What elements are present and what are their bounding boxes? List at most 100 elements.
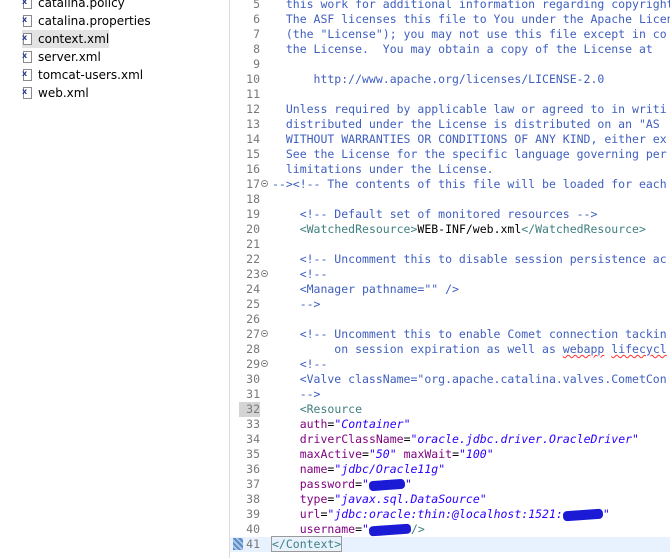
code-token: /> <box>410 522 425 536</box>
fold-collapse-icon[interactable] <box>261 180 268 187</box>
code-token: on session expiration as well as <box>272 342 563 356</box>
code-token: password <box>299 477 356 491</box>
code-text: distributed under the License is distrib… <box>272 117 667 132</box>
code-line[interactable]: 14 WITHOUT WARRANTIES OR CONDITIONS OF A… <box>230 132 670 147</box>
code-token: (the "License"); you may not use this fi… <box>272 27 667 41</box>
code-text: this work for additional information reg… <box>272 0 670 12</box>
code-line[interactable]: 7 (the "License"); you may not use this … <box>230 27 670 42</box>
code-line[interactable]: 15 See the License for the specific lang… <box>230 147 670 162</box>
code-line[interactable]: 41 </Context> <box>230 536 670 552</box>
code-line[interactable]: 26 <box>230 312 670 327</box>
line-number: 25 <box>246 297 260 311</box>
code-line[interactable]: 36 name="jdbc/Oracle11g" <box>230 462 670 477</box>
fold-collapse-icon[interactable] <box>261 330 268 337</box>
code-line[interactable]: 40 username="/> <box>230 522 670 537</box>
code-token: lifecycl <box>611 342 667 356</box>
code-text: The ASF licenses this file to You under … <box>272 12 670 27</box>
code-line[interactable]: 10 http://www.apache.org/licenses/LICENS… <box>230 72 670 87</box>
code-line[interactable]: 6 The ASF licenses this file to You unde… <box>230 12 670 27</box>
code-line[interactable]: 21 <box>230 237 670 252</box>
code-line[interactable]: 34 driverClassName="oracle.jdbc.driver.O… <box>230 432 670 447</box>
code-token: "Container" <box>334 417 411 431</box>
code-line[interactable]: 8 the License. You may obtain a copy of … <box>230 42 670 57</box>
code-token: " <box>602 507 610 521</box>
line-number: 30 <box>246 372 260 386</box>
line-number: 40 <box>246 522 260 536</box>
code-line[interactable]: 27 <!-- Uncomment this to enable Comet c… <box>230 327 670 342</box>
xml-file-icon: x <box>22 68 33 82</box>
line-number: 10 <box>246 72 260 86</box>
code-text: <!-- Default set of monitored resources … <box>272 207 598 222</box>
tree-item-file[interactable]: x server.xml <box>22 48 101 66</box>
code-line[interactable]: 39 url="jdbc:oracle:thin:@localhost:1521… <box>230 507 670 522</box>
code-line[interactable]: 31 --> <box>230 387 670 402</box>
code-line[interactable]: 35 maxActive="50" maxWait="100" <box>230 447 670 462</box>
line-number: 28 <box>246 342 260 356</box>
code-line[interactable]: 19 <!-- Default set of monitored resourc… <box>230 207 670 222</box>
code-line[interactable]: 28 on session expiration as well as weba… <box>230 342 670 357</box>
code-line[interactable]: 23 <!-- <box>230 267 670 282</box>
code-line[interactable]: 13 distributed under the License is dist… <box>230 117 670 132</box>
code-token: WEB-INF/web.xml <box>417 222 522 236</box>
code-token: = <box>355 522 363 536</box>
code-line[interactable]: 38 type="javax.sql.DataSource" <box>230 492 670 507</box>
code-text: WITHOUT WARRANTIES OR CONDITIONS OF ANY … <box>272 132 667 147</box>
code-line[interactable]: 16 limitations under the License. <box>230 162 670 177</box>
code-text: maxActive="50" maxWait="100" <box>272 447 494 462</box>
code-token: "50" <box>368 447 397 461</box>
line-number: 7 <box>253 27 260 41</box>
code-token: <!-- Uncomment this to disable session p… <box>272 252 667 266</box>
code-line[interactable]: 20 <WatchedResource>WEB-INF/web.xml</Wat… <box>230 222 670 237</box>
code-line[interactable]: 5 this work for additional information r… <box>230 0 670 12</box>
xml-editor[interactable]: 5 this work for additional information r… <box>230 0 670 558</box>
code-token: http://www.apache.org/licenses/LICENSE-2… <box>272 72 605 86</box>
line-number: 20 <box>246 222 260 236</box>
redaction-scribble <box>368 478 406 491</box>
code-line[interactable]: 29 <!-- <box>230 357 670 372</box>
code-line[interactable]: 24 <Manager pathname="" /> <box>230 282 670 297</box>
line-number: 29 <box>246 357 260 371</box>
tree-item-label: catalina.policy <box>38 0 125 10</box>
code-text: on session expiration as well as webapp … <box>272 342 667 357</box>
tree-item-file[interactable]: x catalina.policy <box>22 0 125 12</box>
code-line[interactable]: 9 <box>230 57 670 72</box>
code-token: --> <box>272 297 321 311</box>
code-line[interactable]: 25 --> <box>230 297 670 312</box>
tree-item-file[interactable]: x context.xml <box>22 30 110 48</box>
code-token: this work for additional information reg… <box>272 0 670 11</box>
code-text: <Valve className="org.apache.catalina.va… <box>272 372 667 387</box>
tree-item-file[interactable]: x tomcat-users.xml <box>22 66 143 84</box>
code-line[interactable]: 30 <Valve className="org.apache.catalina… <box>230 372 670 387</box>
line-number: 8 <box>253 42 260 56</box>
line-number: 12 <box>246 102 260 116</box>
code-line[interactable]: 37 password=" " <box>230 477 670 492</box>
fold-collapse-icon[interactable] <box>261 270 268 277</box>
tree-item-label: context.xml <box>38 32 110 46</box>
code-token: limitations under the License. <box>272 162 494 176</box>
code-token: <Manager pathname="" /> <box>272 282 459 296</box>
code-token: name <box>299 462 328 476</box>
code-text: --> <box>272 387 321 402</box>
code-line[interactable]: 32 <Resource <box>230 402 670 417</box>
code-token: maxActive <box>299 447 363 461</box>
code-line[interactable]: 18 <box>230 192 670 207</box>
code-token: </WatchedResource> <box>521 222 646 236</box>
line-number: 31 <box>246 387 260 401</box>
code-line[interactable]: 22 <!-- Uncomment this to disable sessio… <box>230 252 670 267</box>
code-line[interactable]: 12 Unless required by applicable law or … <box>230 102 670 117</box>
code-token: maxWait <box>403 447 453 461</box>
code-token: --> <box>272 387 321 401</box>
code-line[interactable]: 17 --><!-- The contents of this file will… <box>230 177 670 192</box>
code-line[interactable]: 33 auth="Container" <box>230 417 670 432</box>
code-token: distributed under the License is distrib… <box>272 117 667 131</box>
tree-item-file[interactable]: x web.xml <box>22 84 89 102</box>
code-text: --><!-- The contents of this file will b… <box>272 177 667 192</box>
fold-collapse-icon[interactable] <box>261 360 268 367</box>
tree-item-file[interactable]: x catalina.properties <box>22 12 151 30</box>
code-line[interactable]: 11 <box>230 87 670 102</box>
code-token: <!-- Default set of monitored resources … <box>272 207 598 221</box>
